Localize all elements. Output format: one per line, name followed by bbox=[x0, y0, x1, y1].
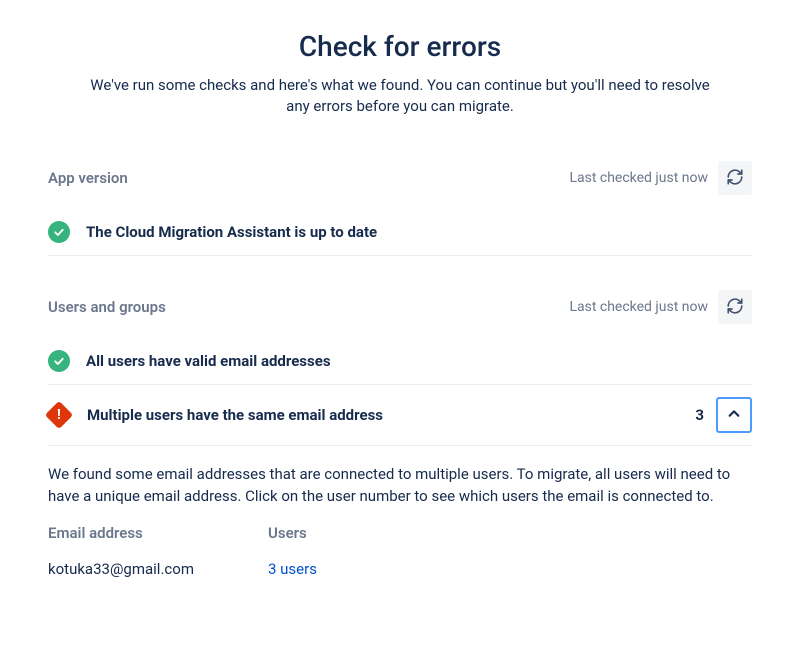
check-text-duplicate-emails: Multiple users have the same email addre… bbox=[87, 406, 695, 424]
check-row-up-to-date: The Cloud Migration Assistant is up to d… bbox=[48, 209, 752, 256]
last-checked-app-version: Last checked just now bbox=[569, 170, 708, 186]
check-row-duplicate-emails: ! Multiple users have the same email add… bbox=[48, 385, 752, 446]
check-text-up-to-date: The Cloud Migration Assistant is up to d… bbox=[86, 223, 752, 241]
success-icon bbox=[48, 350, 70, 372]
page-title: Check for errors bbox=[48, 30, 752, 63]
success-icon bbox=[48, 221, 70, 243]
table-cell-email: kotuka33@gmail.com bbox=[48, 560, 268, 578]
error-icon: ! bbox=[45, 401, 73, 429]
chevron-up-icon bbox=[727, 407, 741, 424]
last-checked-users-groups: Last checked just now bbox=[569, 299, 708, 315]
check-text-valid-emails: All users have valid email addresses bbox=[86, 352, 752, 370]
refresh-button-app-version[interactable] bbox=[718, 161, 752, 195]
section-users-groups: Users and groups Last checked just now bbox=[48, 290, 752, 582]
duplicate-details: We found some email addresses that are c… bbox=[48, 446, 752, 582]
duplicate-table: Email address Users kotuka33@gmail.com 3… bbox=[48, 524, 752, 582]
check-row-valid-emails: All users have valid email addresses bbox=[48, 338, 752, 385]
section-label-app-version: App version bbox=[48, 169, 128, 187]
page-subtitle: We've run some checks and here's what we… bbox=[80, 75, 720, 117]
table-cell-users-link[interactable]: 3 users bbox=[268, 560, 752, 578]
section-label-users-groups: Users and groups bbox=[48, 298, 166, 316]
section-app-version: App version Last checked just now T bbox=[48, 161, 752, 256]
section-header: App version Last checked just now bbox=[48, 161, 752, 195]
section-header: Users and groups Last checked just now bbox=[48, 290, 752, 324]
toggle-details-button[interactable] bbox=[716, 397, 752, 433]
refresh-icon bbox=[726, 297, 744, 318]
refresh-icon bbox=[726, 168, 744, 189]
duplicate-count: 3 bbox=[695, 406, 704, 424]
table-header-users: Users bbox=[268, 524, 752, 542]
duplicate-detail-text: We found some email addresses that are c… bbox=[48, 464, 752, 508]
table-header-email: Email address bbox=[48, 524, 268, 542]
refresh-button-users-groups[interactable] bbox=[718, 290, 752, 324]
table-row: kotuka33@gmail.com 3 users bbox=[48, 556, 752, 582]
